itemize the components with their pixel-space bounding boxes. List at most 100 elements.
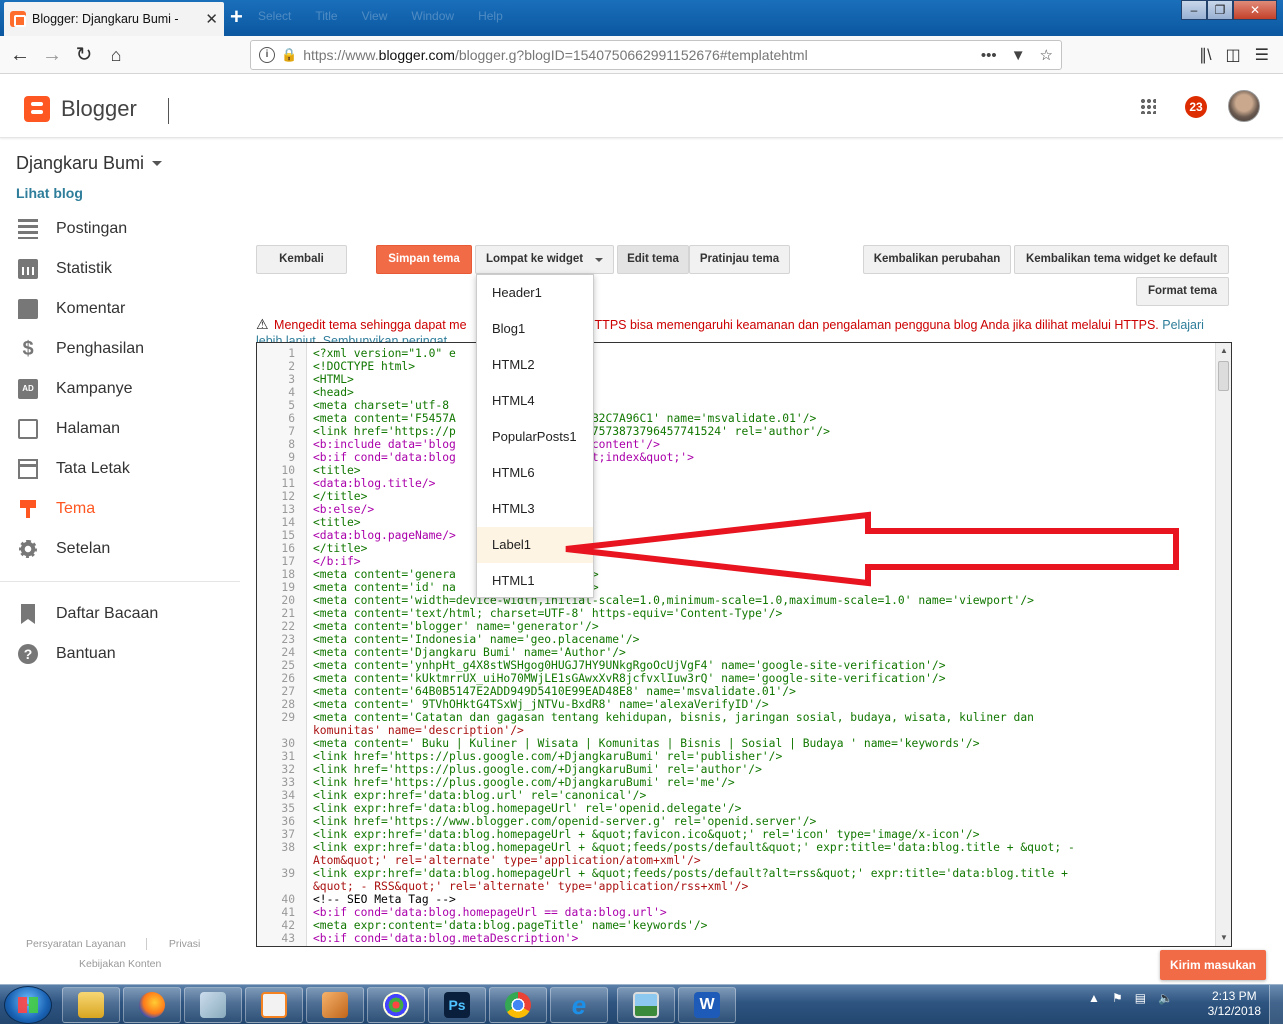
code-line[interactable]: 33 <link href='https://plus.google.com/+D…: [257, 776, 1215, 789]
jump-to-widget-dropdown[interactable]: Lompat ke widget: [475, 245, 614, 274]
code-line[interactable]: komunitas' name='description'/>: [257, 724, 1215, 737]
word-icon[interactable]: W: [678, 987, 736, 1023]
notebook-icon[interactable]: [306, 987, 364, 1023]
code-line[interactable]: 35 <link expr:href='data:blog.homepageUrl…: [257, 802, 1215, 815]
sidebar-toggle-icon[interactable]: ◫: [1226, 45, 1241, 65]
dropdown-option[interactable]: Label1: [477, 527, 593, 563]
edit-theme-button[interactable]: Edit tema: [617, 245, 689, 274]
forward-arrow-icon[interactable]: →: [38, 41, 66, 69]
info-icon[interactable]: i: [259, 47, 275, 63]
code-line[interactable]: 9 <b:if cond='data:blog quot;index&quot;'…: [257, 451, 1215, 464]
code-line[interactable]: 15 <data:blog.pageName/>: [257, 529, 1215, 542]
code-line[interactable]: 27 <meta content='64B0B5147E2ADD949D5410E…: [257, 685, 1215, 698]
sidebar-item-kampanye[interactable]: AD Kampanye: [0, 369, 240, 409]
pocket-icon[interactable]: ▼: [1011, 47, 1026, 64]
tab-close-icon[interactable]: ✕: [205, 10, 218, 28]
tray-expand-icon[interactable]: ▲: [1088, 991, 1100, 1005]
code-line[interactable]: 25 <meta content='ynhpHt_g4X8stWSHgog0HUG…: [257, 659, 1215, 672]
back-arrow-icon[interactable]: ←: [6, 41, 34, 69]
dropdown-option[interactable]: Header1: [477, 275, 593, 311]
format-theme-button[interactable]: Format tema: [1136, 277, 1229, 306]
sidebar-item-penghasilan[interactable]: $ Penghasilan: [0, 329, 240, 369]
code-line[interactable]: 34 <link expr:href='data:blog.url' rel='c…: [257, 789, 1215, 802]
close-window-button[interactable]: ✕: [1233, 0, 1277, 20]
code-line[interactable]: 8 <b:include data='blog ad-content'/>: [257, 438, 1215, 451]
sidebar-item-daftar-bacaan[interactable]: Daftar Bacaan: [0, 594, 240, 634]
code-line[interactable]: Atom&quot;' rel='alternate' type='applic…: [257, 854, 1215, 867]
code-line[interactable]: &quot; - RSS&quot;' rel='alternate' type…: [257, 880, 1215, 893]
avatar[interactable]: [1228, 90, 1260, 122]
blog-selector[interactable]: Djangkaru Bumi: [16, 153, 144, 174]
code-line[interactable]: 32 <link href='https://plus.google.com/+D…: [257, 763, 1215, 776]
hide-warning-link[interactable]: Sembunyikan peringat: [323, 334, 447, 342]
minimize-button[interactable]: –: [1181, 0, 1207, 20]
content-policy-link[interactable]: Kebijakan Konten: [79, 958, 161, 970]
browser-tab[interactable]: Blogger: Djangkaru Bumi - ✕: [4, 2, 224, 36]
code-line[interactable]: 10 <title>: [257, 464, 1215, 477]
flag-icon[interactable]: ⚑: [1112, 991, 1123, 1005]
menu-hamburger-icon[interactable]: ☰: [1255, 45, 1269, 65]
send-feedback-button[interactable]: Kirim masukan: [1160, 950, 1266, 980]
code-line[interactable]: 2 <!DOCTYPE html>: [257, 360, 1215, 373]
code-line[interactable]: 42 <meta expr:content='data:blog.pageTitl…: [257, 919, 1215, 932]
caret-down-icon[interactable]: [152, 161, 162, 166]
scroll-down-icon[interactable]: ▼: [1216, 930, 1231, 946]
brand-name[interactable]: Blogger: [61, 96, 137, 122]
blogger-logo-icon[interactable]: [24, 96, 50, 122]
code-line[interactable]: 6 <meta content='F5457A C19B2C7A96C1' nam…: [257, 412, 1215, 425]
code-line[interactable]: 7 <link href='https://p /1075738737964577…: [257, 425, 1215, 438]
dropdown-option[interactable]: HTML1: [477, 563, 593, 599]
dropdown-option[interactable]: HTML4: [477, 383, 593, 419]
apps-grid-icon[interactable]: [1140, 98, 1156, 114]
code-line[interactable]: 19 <meta content='id' na y'/>: [257, 581, 1215, 594]
code-line[interactable]: 36 <link href='https://www.blogger.com/op…: [257, 815, 1215, 828]
learn-more-link-cont[interactable]: lebih lanjut: [256, 334, 316, 342]
dropdown-option[interactable]: HTML2: [477, 347, 593, 383]
code-line[interactable]: 18 <meta content='genera g'/>: [257, 568, 1215, 581]
bookmark-star-icon[interactable]: ☆: [1040, 46, 1053, 64]
code-line[interactable]: 29 <meta content='Catatan dan gagasan ten…: [257, 711, 1215, 724]
revert-widgets-button[interactable]: Kembalikan tema widget ke default: [1014, 245, 1229, 274]
code-line[interactable]: 23 <meta content='Indonesia' name='geo.pl…: [257, 633, 1215, 646]
photos-icon[interactable]: [617, 987, 675, 1023]
url-bar[interactable]: i 🔒 https://www.blogger.com/blogger.g?bl…: [250, 40, 1062, 70]
dropdown-option[interactable]: Blog1: [477, 311, 593, 347]
template-html-editor[interactable]: 1 <?xml version="1.0" e " ?> 2 <!DOCTYPE ht…: [256, 342, 1232, 947]
scroll-up-icon[interactable]: ▲: [1216, 343, 1231, 359]
code-line[interactable]: 4 <head>: [257, 386, 1215, 399]
dropdown-option[interactable]: HTML6: [477, 455, 593, 491]
page-actions-icon[interactable]: •••: [981, 47, 997, 64]
url-text[interactable]: https://www.blogger.com/blogger.g?blogID…: [303, 47, 967, 63]
sidebar-item-bantuan[interactable]: ? Bantuan: [0, 634, 240, 674]
code-area[interactable]: 1 <?xml version="1.0" e " ?> 2 <!DOCTYPE ht…: [257, 347, 1215, 945]
revert-changes-button[interactable]: Kembalikan perubahan: [863, 245, 1011, 274]
code-line[interactable]: 22 <meta content='blogger' name='generato…: [257, 620, 1215, 633]
sidebar-item-postingan[interactable]: Postingan: [0, 209, 240, 249]
sidebar-item-tata-letak[interactable]: Tata Letak: [0, 449, 240, 489]
code-line[interactable]: 20 <meta content='width=device-width,init…: [257, 594, 1215, 607]
save-theme-button[interactable]: Simpan tema: [376, 245, 472, 274]
editor-scrollbar[interactable]: ▲ ▼: [1215, 343, 1231, 946]
sidebar-item-setelan[interactable]: Setelan: [0, 529, 240, 569]
sidebar-item-komentar[interactable]: Komentar: [0, 289, 240, 329]
code-line[interactable]: 30 <meta content=' Buku | Kuliner | Wisat…: [257, 737, 1215, 750]
home-icon[interactable]: ⌂: [102, 41, 130, 69]
code-line[interactable]: 21 <meta content='text/html; charset=UTF-…: [257, 607, 1215, 620]
code-line[interactable]: 40 <!-- SEO Meta Tag -->: [257, 893, 1215, 906]
code-line[interactable]: 31 <link href='https://plus.google.com/+D…: [257, 750, 1215, 763]
network-icon[interactable]: ▤: [1135, 991, 1146, 1005]
sidebar-item-tema[interactable]: Tema: [0, 489, 240, 529]
library-icon[interactable]: ∥\: [1199, 45, 1211, 65]
terms-link[interactable]: Persyaratan Layanan: [26, 938, 126, 950]
firefox-icon[interactable]: [123, 987, 181, 1023]
volume-icon[interactable]: 🔈: [1158, 991, 1173, 1005]
code-line[interactable]: 16 </title>: [257, 542, 1215, 555]
code-line[interactable]: 41 <b:if cond='data:blog.homepageUrl == d…: [257, 906, 1215, 919]
code-line[interactable]: 39 <link expr:href='data:blog.homepageUrl…: [257, 867, 1215, 880]
explorer-icon[interactable]: [62, 987, 120, 1023]
sidebar-item-statistik[interactable]: Statistik: [0, 249, 240, 289]
code-line[interactable]: 24 <meta content='Djangkaru Bumi' name='A…: [257, 646, 1215, 659]
show-desktop-button[interactable]: [1269, 985, 1283, 1025]
back-button[interactable]: Kembali: [256, 245, 347, 274]
code-line[interactable]: 38 <link expr:href='data:blog.homepageUrl…: [257, 841, 1215, 854]
